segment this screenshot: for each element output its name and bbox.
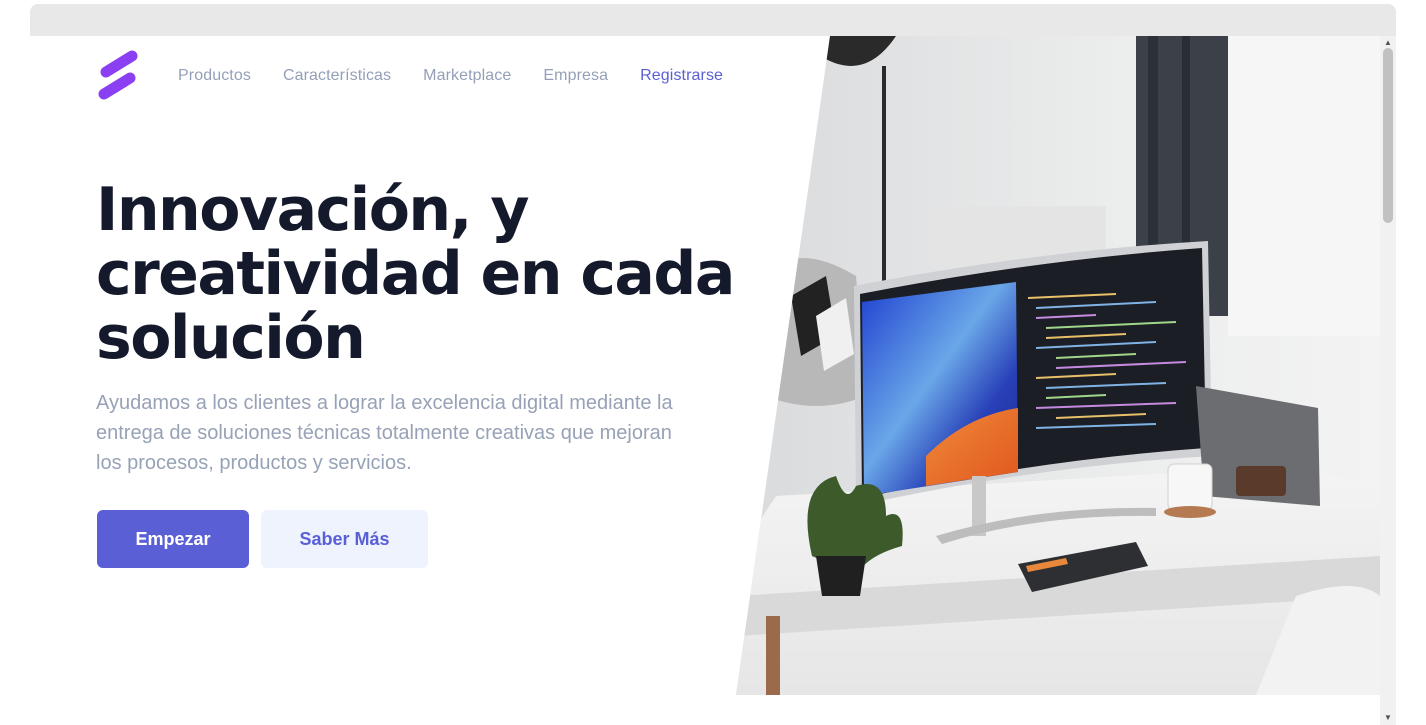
main-nav: Productos Características Marketplace Em… (96, 50, 755, 102)
nav-link-productos[interactable]: Productos (178, 67, 251, 85)
learn-more-button[interactable]: Saber Más (261, 510, 428, 568)
page-viewport: Productos Características Marketplace Em… (30, 36, 1396, 725)
scroll-down-icon[interactable]: ▼ (1380, 711, 1396, 725)
brand-logo-icon[interactable] (96, 50, 140, 102)
scroll-thumb[interactable] (1383, 48, 1393, 223)
page-scrollbar[interactable]: ▲ ▼ (1380, 36, 1396, 725)
hero-buttons: Empezar Saber Más (97, 510, 428, 568)
nav-link-marketplace[interactable]: Marketplace (423, 67, 511, 85)
hero-title: Innovación, y creatividad en cada soluci… (96, 175, 735, 373)
nav-link-caracteristicas[interactable]: Características (283, 67, 391, 85)
nav-link-empresa[interactable]: Empresa (543, 67, 608, 85)
get-started-button[interactable]: Empezar (97, 510, 249, 568)
browser-toolbar (30, 4, 1396, 36)
nav-links: Productos Características Marketplace Em… (178, 67, 755, 85)
hero-image (736, 36, 1380, 695)
nav-link-registrarse[interactable]: Registrarse (640, 67, 723, 85)
hero-subtitle: Ayudamos a los clientes a lograr la exce… (96, 392, 673, 474)
